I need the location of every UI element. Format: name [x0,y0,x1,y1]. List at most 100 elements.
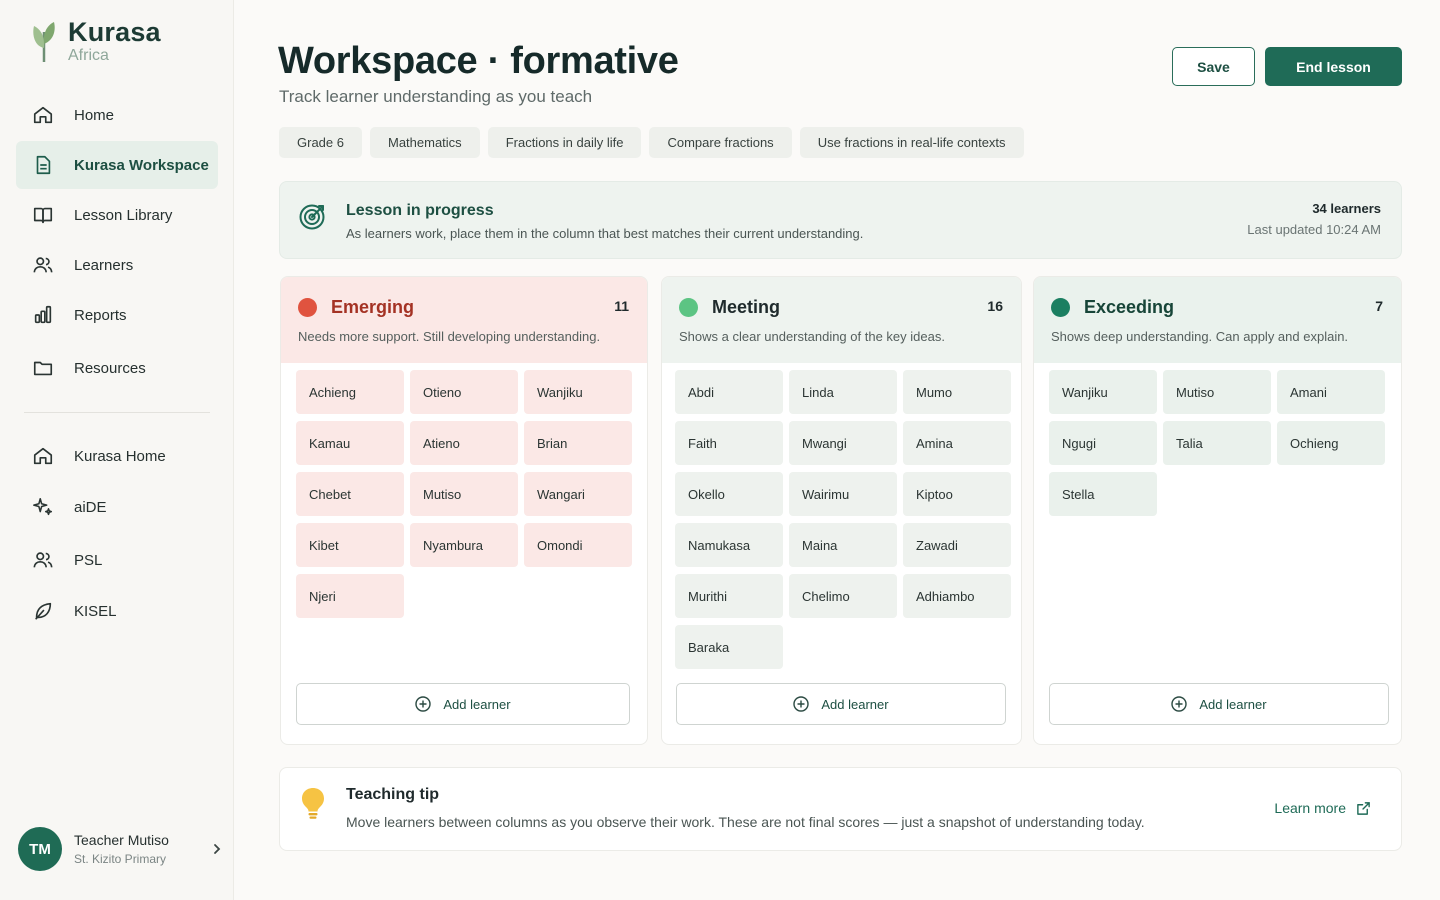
learner-card[interactable]: Chelimo [789,574,897,618]
save-button[interactable]: Save [1172,47,1255,86]
learner-card[interactable]: Abdi [675,370,783,414]
nav-item-label: aiDE [74,498,107,516]
tip-text: Move learners between columns as you obs… [346,814,1145,830]
learner-card[interactable]: Okello [675,472,783,516]
learner-grid: Achieng Otieno Wanjiku Kamau Atieno Brian Cheb… [296,370,632,618]
nav-item-resources[interactable]: Resources [16,344,218,392]
learner-card[interactable]: Ochieng [1277,421,1385,465]
leaf-logo-icon [33,22,55,62]
last-updated: Last updated 10:24 AM [1247,222,1381,237]
learner-card[interactable]: Baraka [675,625,783,669]
learner-card[interactable]: Atieno [410,421,518,465]
brand-sub: Africa [68,47,109,64]
users-icon [32,549,54,571]
learner-card[interactable]: Kiptoo [903,472,1011,516]
add-learner-label: Add learner [1199,696,1267,712]
avatar: TM [18,827,62,871]
learner-card[interactable]: Mutiso [1163,370,1271,414]
learner-card[interactable]: Talia [1163,421,1271,465]
learner-card[interactable]: Amina [903,421,1011,465]
column-emerging: Emerging 11 Needs more support. Still de… [280,276,648,745]
home-icon [32,445,54,467]
nav-item-kurasa-workspace[interactable]: Kurasa Workspace [16,141,218,189]
brand-name: Kurasa [68,17,161,47]
add-learner-button[interactable]: Add learner [1049,683,1389,725]
add-learner-label: Add learner [443,696,511,712]
learner-card[interactable]: Kamau [296,421,404,465]
learner-card[interactable]: Njeri [296,574,404,618]
learner-card[interactable]: Maina [789,523,897,567]
chip-subject[interactable]: Mathematics [369,127,480,158]
learner-card[interactable]: Namukasa [675,523,783,567]
chip-grade[interactable]: Grade 6 [279,127,362,158]
learner-grid: Abdi Linda Mumo Faith Mwangi Amina Okello Wairi… [675,370,1011,669]
learner-card[interactable]: Wanjiku [1049,370,1157,414]
learner-card[interactable]: Wangari [524,472,632,516]
nav-item-psl[interactable]: PSL [16,536,218,584]
add-learner-button[interactable]: Add learner [296,683,630,725]
column-description: Shows deep understanding. Can apply and … [1051,329,1349,344]
learner-card[interactable]: Zawadi [903,523,1011,567]
nav-item-kisel[interactable]: KISEL [16,587,218,635]
primary-nav: Home Kurasa Workspace Lesson Library Lea… [16,91,218,392]
user-profile[interactable]: TM Teacher Mutiso St. Kizito Primary [18,826,224,872]
add-learner-button[interactable]: Add learner [676,683,1006,725]
column-description: Needs more support. Still developing und… [298,329,601,344]
home-icon [32,104,54,126]
learner-card[interactable]: Mutiso [410,472,518,516]
nav-item-lesson-library[interactable]: Lesson Library [16,191,218,239]
learner-card[interactable]: Faith [675,421,783,465]
column-header: Emerging 11 Needs more support. Still de… [281,277,647,363]
learner-card[interactable]: Linda [789,370,897,414]
learner-card[interactable]: Amani [1277,370,1385,414]
status-dot [1051,298,1070,317]
learner-card[interactable]: Nyambura [410,523,518,567]
chevron-right-icon[interactable] [210,842,224,856]
column-title: Exceeding [1084,297,1175,317]
column-header: Meeting 16 Shows a clear understanding o… [662,277,1021,363]
learner-card[interactable]: Mwangi [789,421,897,465]
learner-card[interactable]: Mumo [903,370,1011,414]
learner-count: 34 learners [1312,201,1381,216]
learner-card[interactable]: Achieng [296,370,404,414]
column-title: Emerging [331,297,415,317]
chip-substrand[interactable]: Compare fractions [649,127,792,158]
chip-strand[interactable]: Fractions in daily life [487,127,642,158]
learner-card[interactable]: Brian [524,421,632,465]
nav-item-label: Lesson Library [74,206,173,224]
lesson-status-banner: Lesson in progress As learners work, pla… [279,181,1402,259]
end-lesson-button[interactable]: End lesson [1265,47,1402,86]
plus-circle-icon [1171,696,1188,712]
nav-item-label: Home [74,106,115,124]
lightbulb-icon [302,788,324,819]
learner-card[interactable]: Chebet [296,472,404,516]
nav-item-learners[interactable]: Learners [16,241,218,289]
chip-outcome[interactable]: Use fractions in real-life contexts [799,127,1024,158]
nav-item-kurasa-home[interactable]: Kurasa Home [16,432,218,480]
column-meeting: Meeting 16 Shows a clear understanding o… [661,276,1022,745]
bar-chart-icon [32,304,54,326]
profile-school: St. Kizito Primary [74,852,167,866]
learner-card[interactable]: Murithi [675,574,783,618]
nav-item-home[interactable]: Home [16,91,218,139]
learner-card[interactable]: Wanjiku [524,370,632,414]
nav-item-reports[interactable]: Reports [16,291,218,339]
learner-card[interactable]: Wairimu [789,472,897,516]
learner-card[interactable]: Omondi [524,523,632,567]
lesson-context-chips: Grade 6 Mathematics Fractions in daily l… [279,127,1024,158]
column-description: Shows a clear understanding of the key i… [679,329,945,344]
learner-card[interactable]: Kibet [296,523,404,567]
brand-logo[interactable]: Kurasa Africa [30,18,161,66]
learner-card[interactable]: Adhiambo [903,574,1011,618]
teaching-tip: Teaching tip Move learners between colum… [279,767,1402,851]
column-count: 7 [1375,298,1383,314]
learner-card[interactable]: Ngugi [1049,421,1157,465]
tip-title: Teaching tip [346,786,440,803]
add-learner-label: Add learner [821,696,889,712]
sidebar-divider [24,412,210,413]
learner-card[interactable]: Otieno [410,370,518,414]
nav-item-aide[interactable]: aiDE [16,483,218,531]
learner-card[interactable]: Stella [1049,472,1157,516]
column-title: Meeting [712,297,781,317]
learn-more-link[interactable]: Learn more [1274,800,1371,816]
